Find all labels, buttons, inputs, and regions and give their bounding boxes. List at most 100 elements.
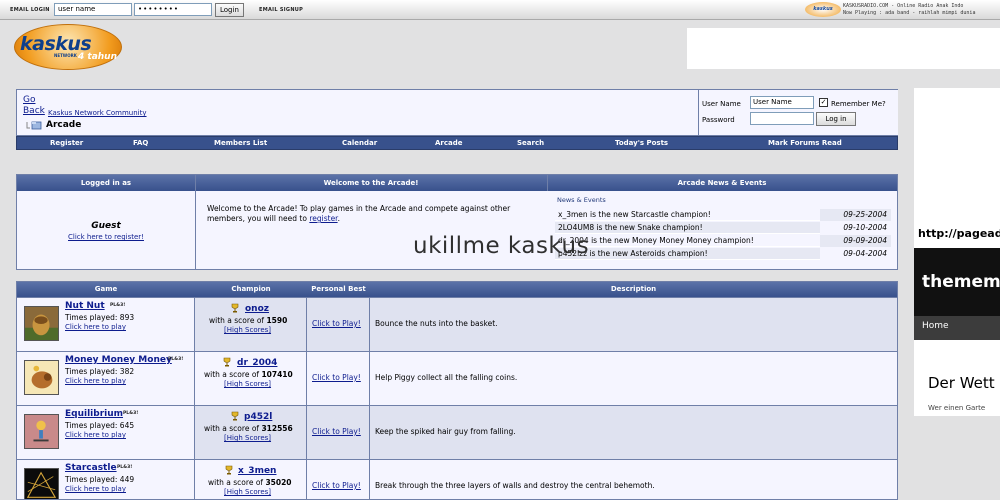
game-cell: Money Money Money PL&3! Times played: 38… <box>17 352 195 405</box>
score-value: 312556 <box>261 424 293 433</box>
login-button[interactable]: Log in <box>816 112 856 126</box>
guest-username: Guest <box>91 221 121 231</box>
kaskus-logo[interactable]: kaskus NETWORK 4 tahun <box>10 22 122 72</box>
champion-score: with a score of 107410 <box>204 370 293 379</box>
email-login-label: EMAIL LOGIN <box>10 7 50 13</box>
breadcrumb-community-link[interactable]: Kaskus Network Community <box>48 109 147 117</box>
nav-todays-posts[interactable]: Today's Posts <box>615 139 668 147</box>
times-played: Times played: 893 <box>65 313 135 322</box>
ad-headline: Der Wett <box>928 374 995 392</box>
topbar-password-input[interactable]: •••••••• <box>134 3 212 16</box>
register-link[interactable]: Click here to register! <box>17 233 195 241</box>
news-date: 09-04-2004 <box>843 249 887 258</box>
right-side-ad[interactable]: http://pagead thememe Home Der Wett Wer … <box>914 88 1000 416</box>
champion-cell: onoz with a score of 1590 [High Scores] <box>195 298 307 351</box>
username-input[interactable]: User Name <box>750 96 814 109</box>
high-scores-link[interactable]: [High Scores] <box>224 434 271 442</box>
watermark-text: ukillme kaskus <box>413 233 590 259</box>
top-ad-banner[interactable] <box>687 28 1000 69</box>
col-header-description: Description <box>370 282 897 297</box>
login-form: User Name User Name ✓ Remember Me? Passw… <box>698 90 898 135</box>
password-input[interactable] <box>750 112 814 125</box>
kaskus-radio-logo[interactable]: kaskus <box>805 2 841 17</box>
table-row: Equilibrium PL&3! Times played: 645 Clic… <box>17 405 897 459</box>
champion-name-link[interactable]: x_3men <box>238 466 276 476</box>
champion-score: with a score of 35020 <box>208 478 292 487</box>
remember-me-checkbox[interactable]: ✓ <box>819 98 828 107</box>
go-link[interactable]: Go <box>23 95 35 105</box>
score-value: 107410 <box>261 370 293 379</box>
game-description: Keep the spiked hair guy from falling. <box>375 427 516 436</box>
personal-best-cell: Click to Play! <box>307 406 370 459</box>
news-item: 2LO4UM8 is the new Snake champion! 09-10… <box>555 222 891 234</box>
pl-tag: PL&3! <box>123 411 139 416</box>
money-money-money-thumbnail[interactable] <box>24 360 59 395</box>
play-link[interactable]: Click here to play <box>65 377 126 385</box>
game-description: Help Piggy collect all the falling coins… <box>375 373 518 382</box>
play-link[interactable]: Click here to play <box>65 323 126 331</box>
click-to-play-link[interactable]: Click to Play! <box>312 319 361 328</box>
score-value: 1590 <box>266 316 288 325</box>
click-to-play-link[interactable]: Click to Play! <box>312 373 361 382</box>
trophy-icon <box>231 411 239 421</box>
click-to-play-link[interactable]: Click to Play! <box>312 481 361 490</box>
personal-best-cell: Click to Play! <box>307 352 370 405</box>
trophy-icon <box>223 357 231 367</box>
score-value: 35020 <box>265 478 292 487</box>
top-login-bar: EMAIL LOGIN user name •••••••• Login EMA… <box>0 0 1000 20</box>
main-navbar: Register FAQ Members List Calendar Arcad… <box>16 136 898 150</box>
col-header-personal-best: Personal Best <box>307 282 370 297</box>
news-item: x_3men is the new Starcastle champion! 0… <box>555 209 891 221</box>
personal-best-cell: Click to Play! <box>307 460 370 499</box>
ad-home-link[interactable]: Home <box>922 321 949 331</box>
high-scores-link[interactable]: [High Scores] <box>224 488 271 496</box>
champion-cell: dr_2004 with a score of 107410 [High Sco… <box>195 352 307 405</box>
nut-nut-thumbnail[interactable] <box>24 306 59 341</box>
game-name-link[interactable]: Nut Nut <box>65 301 105 311</box>
radio-now-playing: Now Playing : ada band - raihlah mimpi d… <box>843 10 976 16</box>
logged-in-header: Logged in as <box>17 175 195 191</box>
email-signup-link[interactable]: EMAIL SIGNUP <box>259 7 303 13</box>
game-name-link[interactable]: Money Money Money <box>65 355 172 365</box>
score-prefix: with a score of <box>204 424 260 433</box>
back-link[interactable]: Back <box>23 106 45 116</box>
table-row: Money Money Money PL&3! Times played: 38… <box>17 351 897 405</box>
navigation-box: Go Back Kaskus Network Community Arcade … <box>16 89 898 136</box>
description-cell: Break through the three layers of walls … <box>370 460 897 499</box>
starcastle-thumbnail[interactable] <box>24 468 59 500</box>
nav-mark-forums-read[interactable]: Mark Forums Read <box>768 139 842 147</box>
nav-arcade[interactable]: Arcade <box>435 139 463 147</box>
nav-calendar[interactable]: Calendar <box>342 139 377 147</box>
champion-cell: x_3men with a score of 35020 [High Score… <box>195 460 307 499</box>
radio-station-text: KASKUSRADIO.COM - Online Radio Anak Indo <box>843 3 964 9</box>
trophy-icon <box>231 303 239 313</box>
welcome-register-link[interactable]: register <box>309 214 337 223</box>
champion-name-link[interactable]: p452l <box>244 412 272 422</box>
nav-members-list[interactable]: Members List <box>214 139 267 147</box>
click-to-play-link[interactable]: Click to Play! <box>312 427 361 436</box>
remember-me-label: Remember Me? <box>831 100 886 108</box>
high-scores-link[interactable]: [High Scores] <box>224 326 271 334</box>
topbar-username-input[interactable]: user name <box>54 3 132 16</box>
password-label: Password <box>702 116 735 124</box>
description-cell: Help Piggy collect all the falling coins… <box>370 352 897 405</box>
score-prefix: with a score of <box>204 370 260 379</box>
score-prefix: with a score of <box>209 316 265 325</box>
game-name-link[interactable]: Starcastle <box>65 463 117 473</box>
champion-name-link[interactable]: dr_2004 <box>237 358 277 368</box>
play-link[interactable]: Click here to play <box>65 485 126 493</box>
nav-register[interactable]: Register <box>50 139 83 147</box>
game-cell: Nut Nut PL&3! Times played: 893 Click he… <box>17 298 195 351</box>
champion-name-link[interactable]: onoz <box>245 304 269 314</box>
column-divider <box>195 175 196 269</box>
high-scores-link[interactable]: [High Scores] <box>224 380 271 388</box>
nav-search[interactable]: Search <box>517 139 544 147</box>
equilibrium-thumbnail[interactable] <box>24 414 59 449</box>
pl-tag: PL&3! <box>168 357 184 362</box>
nav-faq[interactable]: FAQ <box>133 139 148 147</box>
news-item: p452lzz is the new Asteroids champion! 0… <box>555 248 891 260</box>
topbar-login-button[interactable]: Login <box>215 3 244 17</box>
game-description: Bounce the nuts into the basket. <box>375 319 498 328</box>
play-link[interactable]: Click here to play <box>65 431 126 439</box>
game-name-link[interactable]: Equilibrium <box>65 409 123 419</box>
